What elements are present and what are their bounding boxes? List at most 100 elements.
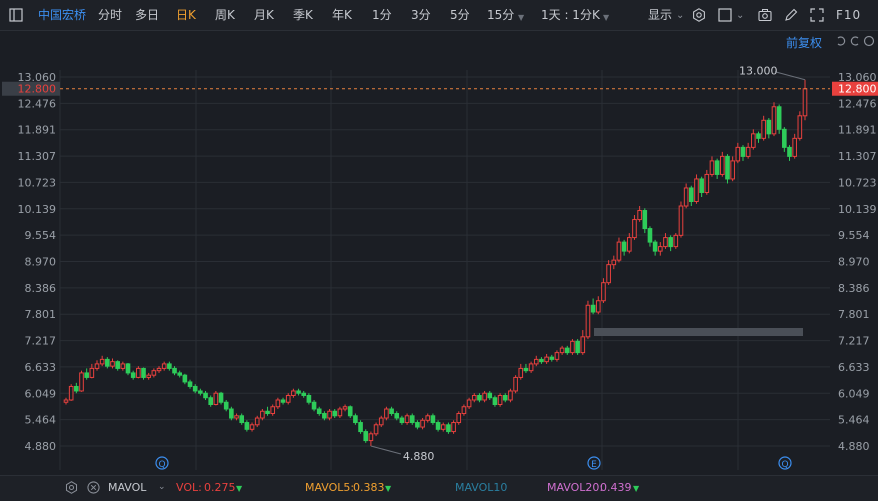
candle-body: [399, 417, 405, 424]
candle-down: [430, 413, 436, 425]
vol-label: VOL:: [176, 481, 202, 494]
y-tick-label-left: 9.554: [25, 229, 57, 242]
candle-body: [461, 406, 467, 415]
candle-body: [213, 392, 219, 405]
candle-body: [79, 372, 84, 392]
candle-body: [585, 304, 591, 338]
candle-up: [440, 422, 446, 432]
candle-up: [254, 415, 260, 428]
candle-down: [218, 391, 224, 405]
candle-body: [275, 399, 281, 408]
candle-body: [327, 410, 332, 419]
candle-up: [497, 393, 503, 407]
y-tick-label-left: 7.217: [25, 335, 57, 348]
chevron-down-icon[interactable]: ⌄: [158, 482, 166, 492]
candle-body: [161, 363, 167, 369]
candle-body: [451, 422, 456, 433]
candle-down: [332, 409, 338, 419]
candle-body: [322, 413, 327, 419]
candle-body: [497, 394, 503, 405]
candle-body: [766, 119, 772, 135]
y-tick-label-left: 10.139: [18, 203, 57, 216]
candle-up: [63, 397, 69, 405]
candle-up: [580, 330, 586, 355]
candle-down: [358, 420, 363, 434]
close-icon[interactable]: [87, 481, 100, 494]
candle-body: [575, 340, 580, 354]
candle-up: [482, 390, 487, 403]
y-tick-label-left: 6.633: [25, 361, 57, 374]
mavol20-label: MAVOL20:: [547, 481, 604, 494]
candle-up: [730, 156, 735, 182]
candle-down: [280, 397, 286, 405]
candle-down: [502, 393, 508, 403]
candle-down: [353, 413, 358, 425]
candle-body: [735, 146, 741, 162]
candle-body: [156, 367, 162, 372]
candle-up: [275, 397, 281, 410]
candlestick-chart[interactable]: 13.06012.47611.89111.30710.72310.1399.55…: [0, 0, 878, 475]
candle-down: [409, 413, 415, 425]
y-tick-label-right: 11.307: [838, 150, 877, 163]
candle-body: [637, 210, 642, 221]
candle-body: [642, 210, 648, 230]
mavol5-value: 0.383: [353, 481, 385, 494]
candle-body: [347, 406, 353, 417]
candle-up: [146, 372, 151, 380]
down-triangle-icon: ▼: [236, 484, 243, 493]
min-price-label: 4.880: [403, 450, 435, 463]
min-leader-line: [370, 445, 402, 455]
current-price-label-right: 12.800: [838, 83, 877, 96]
candle-down: [647, 226, 653, 247]
candle-up: [342, 404, 348, 412]
y-tick-label-right: 5.464: [838, 414, 870, 427]
candle-down: [766, 118, 772, 139]
candle-body: [68, 385, 74, 401]
candle-up: [249, 422, 255, 432]
candle-down: [130, 370, 136, 380]
y-tick-label-left: 8.386: [25, 282, 57, 295]
candle-down: [564, 345, 570, 355]
candle-up: [673, 233, 679, 249]
candle-down: [590, 298, 596, 315]
y-tick-label-right: 6.633: [838, 361, 870, 374]
candle-body: [518, 367, 524, 378]
candle-body: [125, 363, 131, 374]
candle-body: [533, 358, 539, 365]
candle-body: [105, 358, 110, 367]
candle-body: [141, 367, 146, 378]
candles-layer: [63, 79, 808, 446]
max-price-label: 13.000: [739, 65, 778, 78]
candle-down: [198, 388, 203, 396]
candle-body: [802, 88, 808, 117]
y-tick-label-right: 8.386: [838, 282, 870, 295]
candle-up: [528, 361, 534, 373]
candle-up: [761, 115, 766, 141]
candle-body: [363, 431, 369, 442]
candle-up: [270, 404, 276, 416]
candle-up: [751, 129, 756, 150]
candle-body: [477, 394, 482, 401]
candle-body: [208, 397, 214, 405]
candle-down: [187, 379, 193, 389]
mavol5-label: MAVOL5:: [305, 481, 355, 494]
candle-body: [745, 146, 751, 157]
chart-grid: [59, 70, 830, 470]
candle-up: [384, 406, 389, 421]
candle-body: [466, 399, 472, 408]
candle-body: [332, 410, 338, 417]
candle-body: [84, 372, 89, 378]
y-tick-label-left: 11.891: [18, 124, 57, 137]
candle-body: [502, 394, 508, 401]
candle-down: [699, 176, 704, 197]
candle-body: [580, 336, 586, 354]
candle-body: [311, 401, 317, 410]
candle-down: [203, 390, 208, 400]
candle-body: [683, 187, 689, 207]
candle-body: [756, 133, 761, 139]
gear-icon[interactable]: [65, 481, 78, 494]
candle-body: [420, 419, 425, 428]
candle-up: [518, 363, 524, 380]
candle-body: [151, 370, 157, 376]
mavol-selector[interactable]: MAVOL: [108, 481, 146, 494]
